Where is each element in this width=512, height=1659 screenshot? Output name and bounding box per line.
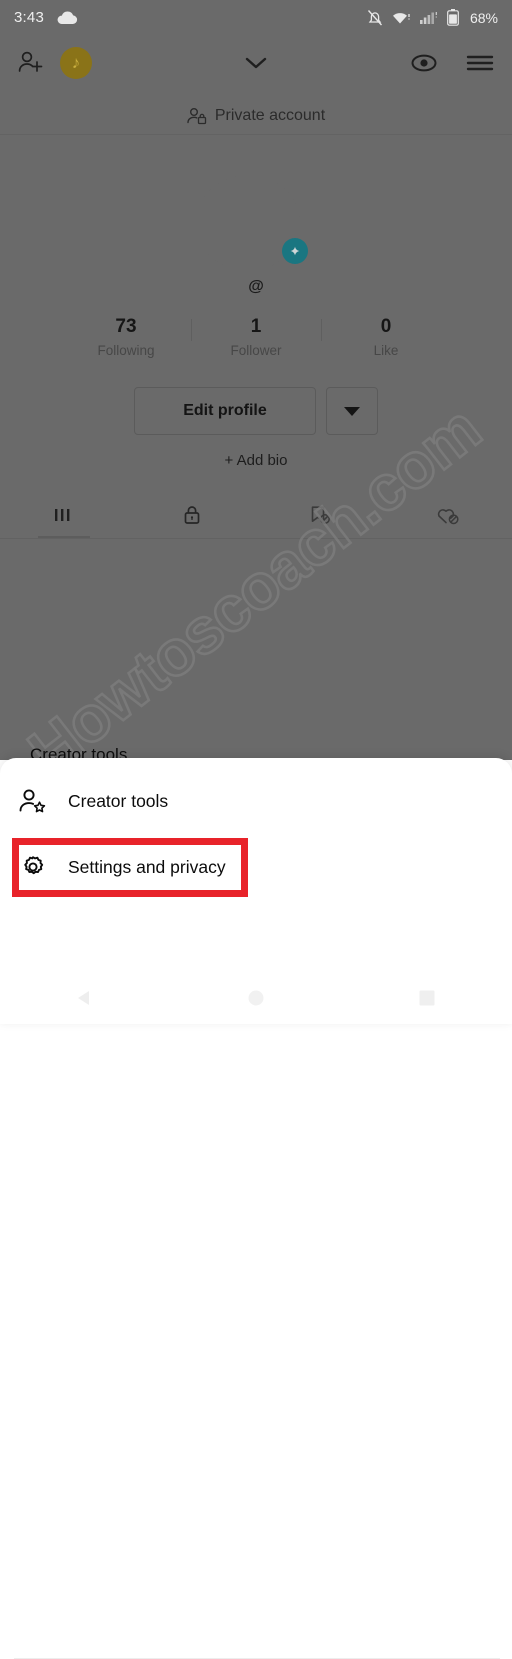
- recents-square-icon[interactable]: [387, 989, 467, 1007]
- person-star-icon: [18, 787, 48, 815]
- profile-avatar-wrap: [196, 175, 316, 271]
- profile-more-button[interactable]: [326, 387, 378, 435]
- stat-like[interactable]: 0 Like: [321, 315, 451, 358]
- account-badge-avatar[interactable]: ♪: [60, 46, 92, 79]
- lock-icon: [181, 504, 203, 526]
- stat-follower[interactable]: 1 Follower: [191, 315, 321, 358]
- bookmark-hidden-icon: [308, 504, 332, 526]
- stat-label: Following: [97, 343, 155, 358]
- private-account-banner: Private account: [0, 102, 512, 130]
- avatar-add-button[interactable]: [282, 238, 308, 264]
- sheet-item-label: Settings and privacy: [68, 856, 226, 877]
- cloud-icon: [56, 10, 78, 25]
- sheet-item-settings-and-privacy[interactable]: Settings and privacy: [0, 836, 512, 898]
- stat-label: Like: [373, 343, 399, 358]
- heart-hidden-icon: [435, 504, 461, 526]
- profile-tab-bar: [0, 492, 512, 538]
- home-circle-icon[interactable]: [216, 988, 296, 1008]
- tab-saved[interactable]: [256, 504, 384, 526]
- back-triangle-icon[interactable]: [45, 988, 125, 1008]
- hamburger-menu-icon[interactable]: [466, 53, 494, 73]
- status-bar: 3:43 68%: [0, 0, 512, 35]
- status-bar-time: 3:43: [14, 9, 44, 26]
- tab-underline: [0, 538, 512, 539]
- battery-icon: [447, 9, 459, 26]
- battery-percent: 68%: [469, 9, 498, 26]
- add-bio-button[interactable]: + Add bio: [0, 452, 512, 469]
- profile-header: ♪: [0, 35, 512, 90]
- android-nav-bar: [0, 972, 512, 1024]
- cellular-signal-icon: [419, 10, 438, 25]
- profile-actions: Edit profile: [0, 386, 512, 436]
- eye-icon[interactable]: [410, 53, 438, 73]
- sheet-item-label: Creator tools: [68, 790, 169, 811]
- private-account-label: Private account: [214, 107, 326, 124]
- grid-icon: [53, 505, 75, 525]
- edit-profile-button[interactable]: Edit profile: [134, 387, 316, 435]
- gear-icon: [18, 853, 48, 881]
- add-person-icon[interactable]: [18, 50, 46, 76]
- profile-handle: @: [248, 278, 264, 295]
- person-lock-icon: [187, 107, 208, 125]
- header-divider: [0, 134, 512, 135]
- wifi-icon: [392, 10, 411, 25]
- plus-icon: [290, 246, 300, 256]
- stat-value: 0: [380, 316, 392, 337]
- stat-value: 1: [250, 316, 262, 337]
- stat-following[interactable]: 73 Following: [61, 315, 191, 358]
- caret-down-icon: [344, 407, 360, 416]
- tab-videos[interactable]: [0, 505, 128, 525]
- tab-private[interactable]: [128, 504, 256, 526]
- tab-liked[interactable]: [384, 504, 512, 526]
- stat-value: 73: [115, 316, 137, 337]
- profile-stats: 73 Following 1 Follower 0 Like: [0, 315, 512, 371]
- sheet-item-creator-tools[interactable]: Creator tools: [0, 770, 512, 832]
- music-note-glyph: ♪: [71, 52, 81, 72]
- stat-label: Follower: [230, 343, 282, 358]
- notification-muted-icon: [367, 9, 383, 27]
